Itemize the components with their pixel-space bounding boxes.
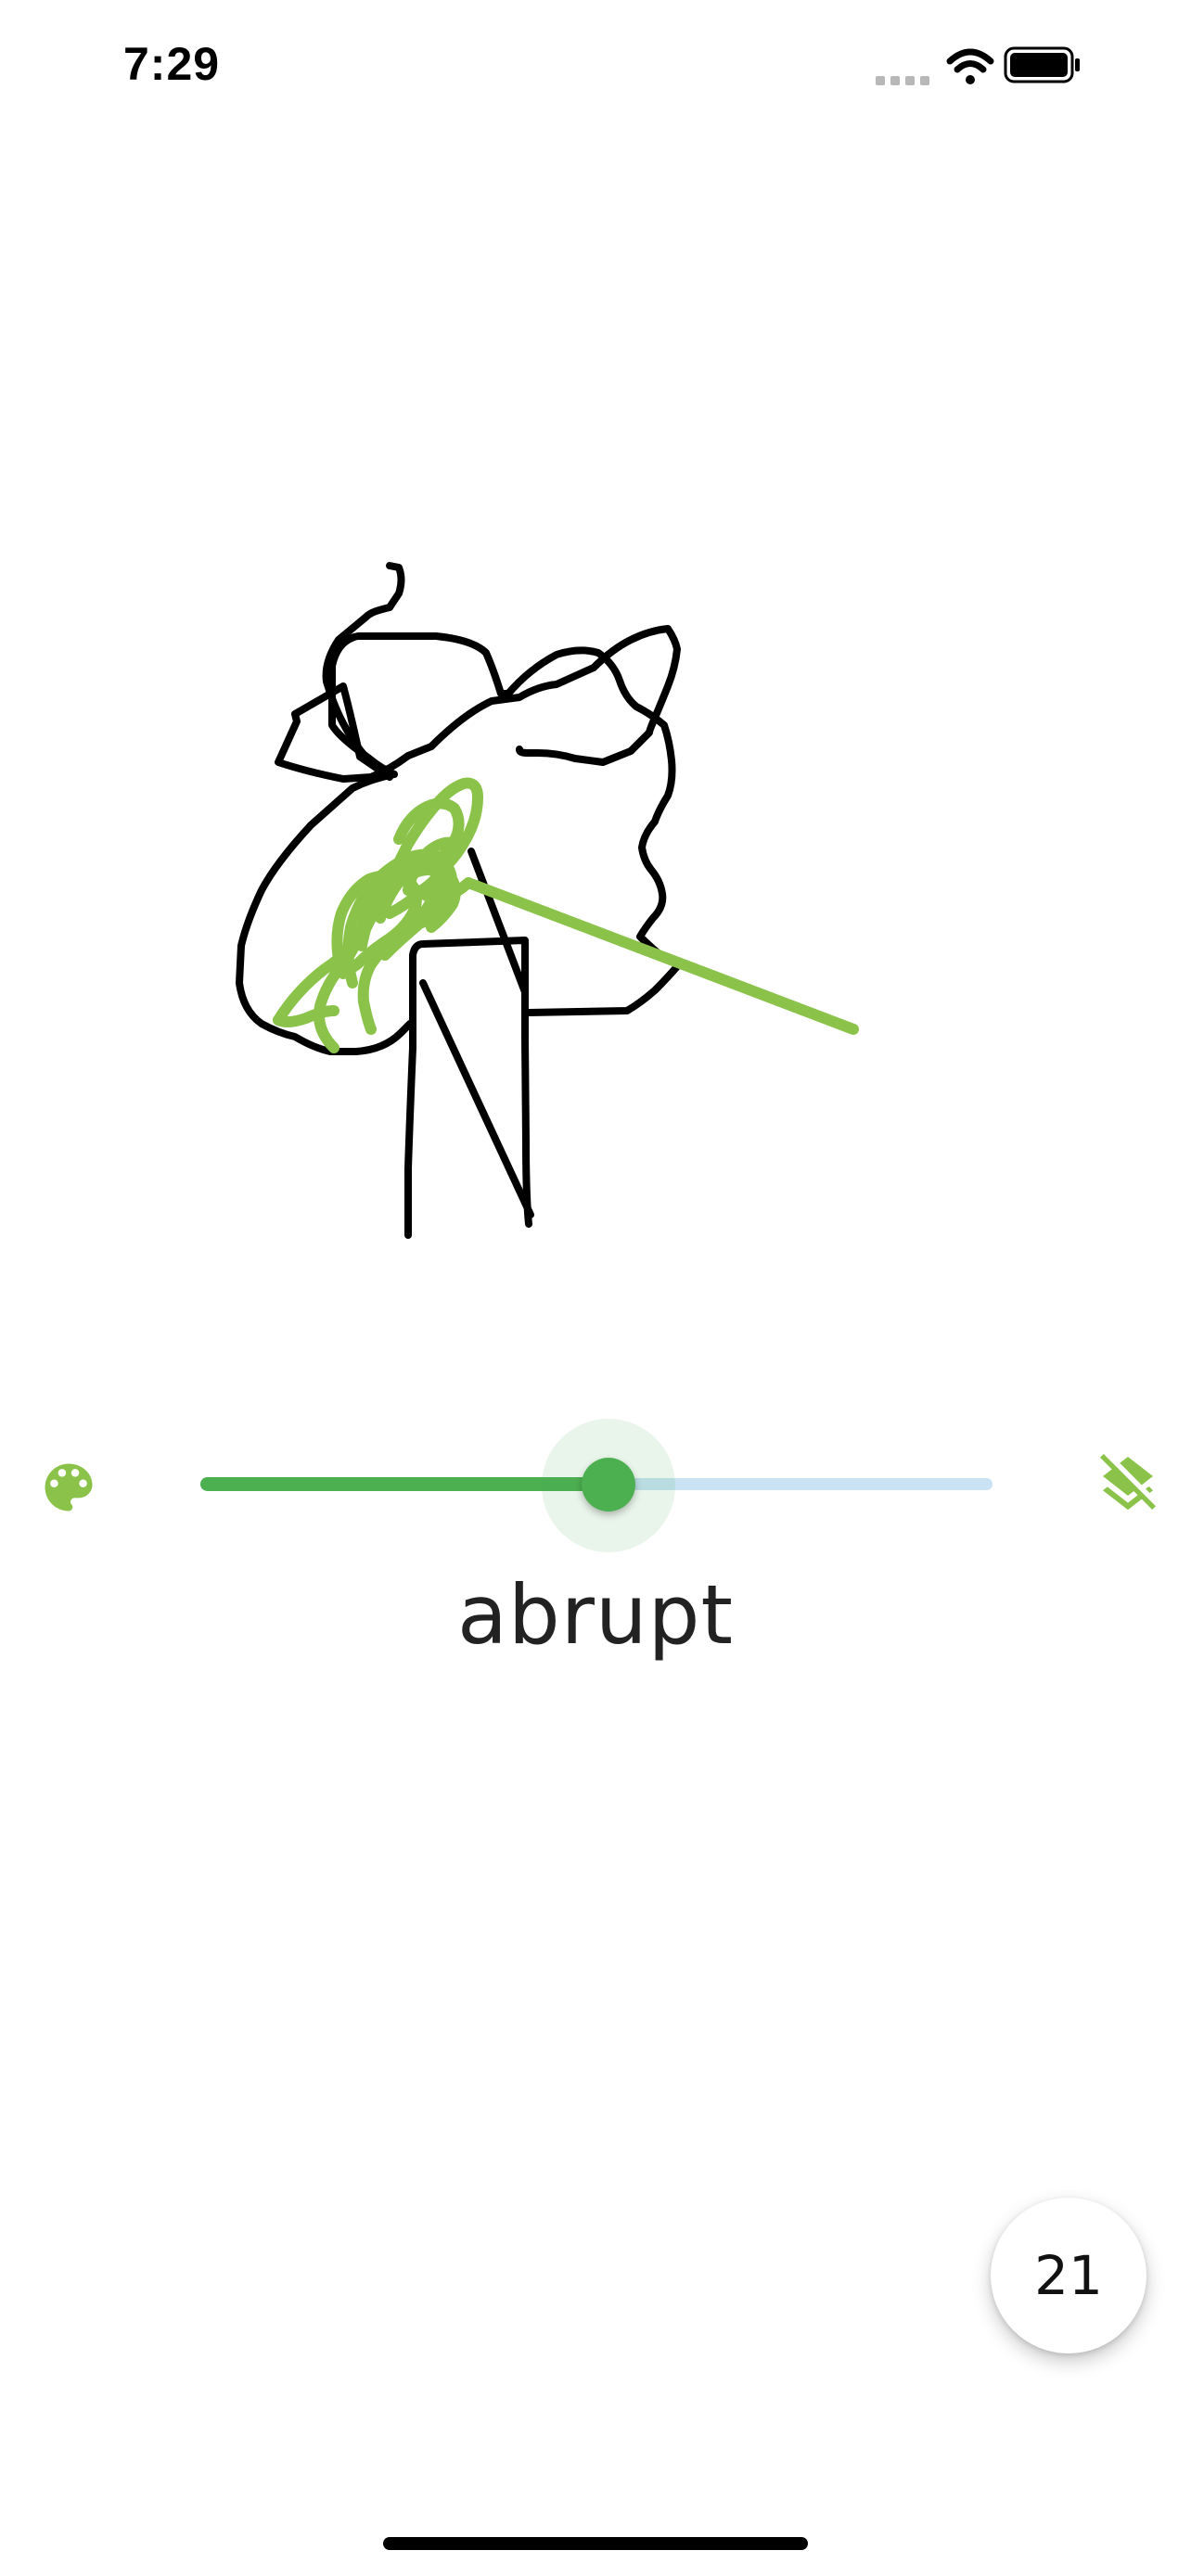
counter-button[interactable]: 21	[991, 2198, 1146, 2353]
status-time: 7:29	[123, 38, 221, 90]
wifi-icon	[946, 48, 994, 84]
slider-thumb[interactable]	[582, 1458, 635, 1511]
stroke-slider[interactable]	[200, 1419, 992, 1552]
home-indicator	[383, 2537, 808, 2550]
tree-sketch-black	[275, 562, 681, 1239]
battery-icon	[1004, 46, 1080, 83]
drawing-canvas[interactable]	[0, 139, 1191, 1391]
status-icons	[876, 46, 1080, 85]
status-bar: 7:29	[0, 0, 1191, 139]
prompt-word: abrupt	[456, 1567, 735, 1663]
layers-clear-icon[interactable]	[1095, 1451, 1161, 1518]
cellular-signal-icon	[876, 76, 929, 85]
green-scribble	[273, 777, 859, 1053]
palette-icon[interactable]	[37, 1456, 100, 1519]
